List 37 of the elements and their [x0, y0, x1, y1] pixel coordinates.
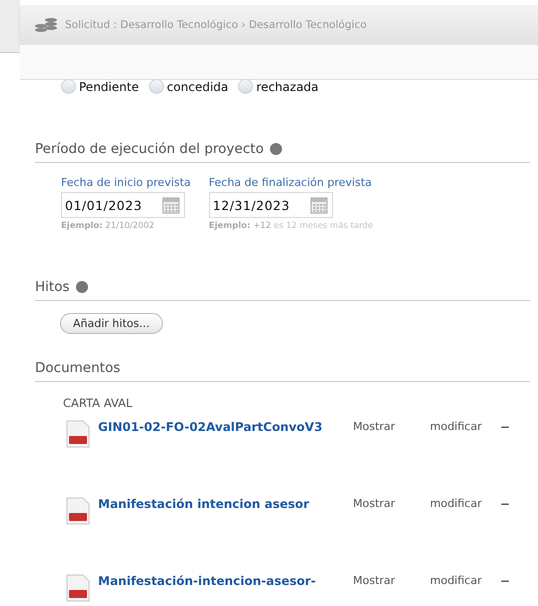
- show-link[interactable]: Mostrar: [353, 497, 430, 510]
- section-title: Período de ejecución del proyecto: [35, 141, 264, 157]
- modify-link[interactable]: modificar: [430, 497, 500, 510]
- section-title: Hitos: [35, 279, 70, 295]
- add-milestones-button[interactable]: Añadir hitos...: [60, 313, 163, 334]
- remove-link[interactable]: −: [500, 497, 510, 511]
- radio-button[interactable]: [148, 79, 164, 94]
- pdf-file-icon: [66, 574, 90, 602]
- pdf-file-icon: [66, 420, 90, 448]
- modify-link[interactable]: modificar: [430, 574, 500, 587]
- show-link[interactable]: Mostrar: [353, 420, 430, 433]
- group-label: CARTA AVAL: [63, 396, 134, 410]
- calendar-icon[interactable]: [162, 196, 180, 214]
- section-title: Documentos: [35, 360, 120, 376]
- radio-label: concedida: [166, 80, 228, 94]
- breadcrumb: Solicitud : Desarrollo Tecnológico › Desarrollo Tecnológico: [65, 19, 367, 31]
- pdf-file-icon: [66, 497, 90, 525]
- radio-label: Pendiente: [79, 80, 139, 94]
- remove-link[interactable]: −: [500, 574, 510, 588]
- document-link[interactable]: GIN01-02-FO-02AvalPartConvoV3: [98, 420, 353, 434]
- document-link[interactable]: Manifestación intencion asesor: [98, 497, 353, 511]
- show-link[interactable]: Mostrar: [353, 574, 430, 587]
- date-field[interactable]: 12/31/2023: [208, 192, 333, 218]
- remove-link[interactable]: −: [500, 420, 510, 434]
- calendar-icon[interactable]: [310, 196, 328, 214]
- coins-icon: [35, 18, 57, 32]
- field-label: Fecha de inicio prevista: [61, 176, 191, 189]
- document-link[interactable]: Manifestación-intencion-asesor-: [98, 574, 353, 588]
- field-label: Fecha de finalización prevista: [208, 176, 373, 189]
- radio-button[interactable]: [238, 79, 254, 94]
- date-field[interactable]: 01/01/2023: [61, 192, 185, 218]
- side-panel: [0, 0, 20, 53]
- field-hint: Ejemplo: 21/10/2002: [61, 221, 156, 231]
- modify-link[interactable]: modificar: [430, 420, 500, 433]
- radio-label: rechazada: [256, 80, 319, 94]
- radio-button[interactable]: [61, 79, 76, 94]
- field-hint: Ejemplo: +12 es 12 meses más tarde: [208, 221, 374, 231]
